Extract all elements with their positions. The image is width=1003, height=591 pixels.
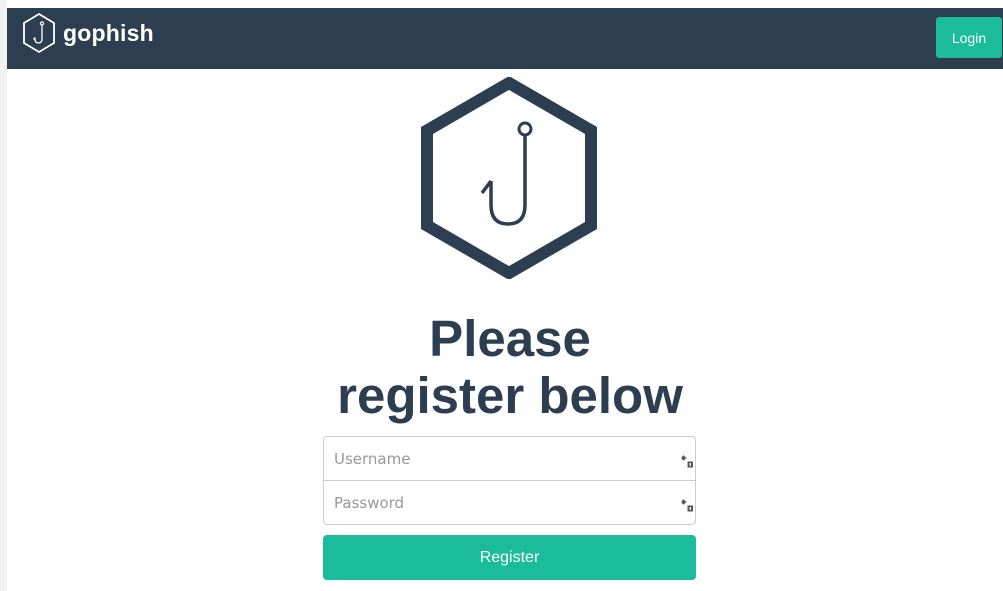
password-manager-key-icon[interactable] (679, 453, 695, 469)
gophish-logo-icon (23, 12, 55, 54)
brand-link[interactable]: gophish (21, 12, 154, 54)
username-field (323, 436, 696, 481)
gophish-hook-logo-icon (421, 77, 597, 279)
username-input[interactable] (324, 437, 695, 480)
password-manager-key-icon[interactable] (679, 497, 695, 513)
page-heading: Please register below (260, 310, 760, 424)
heading-line-1: Please (429, 310, 591, 367)
heading-line-2: register below (337, 367, 683, 424)
top-navbar: gophish Login (7, 8, 1003, 69)
password-input[interactable] (324, 481, 695, 524)
brand-name: gophish (63, 19, 154, 46)
login-button[interactable]: Login (936, 17, 1002, 58)
register-button[interactable]: Register (323, 535, 696, 580)
window-left-edge (0, 0, 7, 591)
window-top-edge (0, 0, 1003, 8)
register-page: gophish Login Please register below User… (0, 0, 1003, 591)
register-form: Register (323, 436, 696, 580)
password-field (323, 480, 696, 525)
